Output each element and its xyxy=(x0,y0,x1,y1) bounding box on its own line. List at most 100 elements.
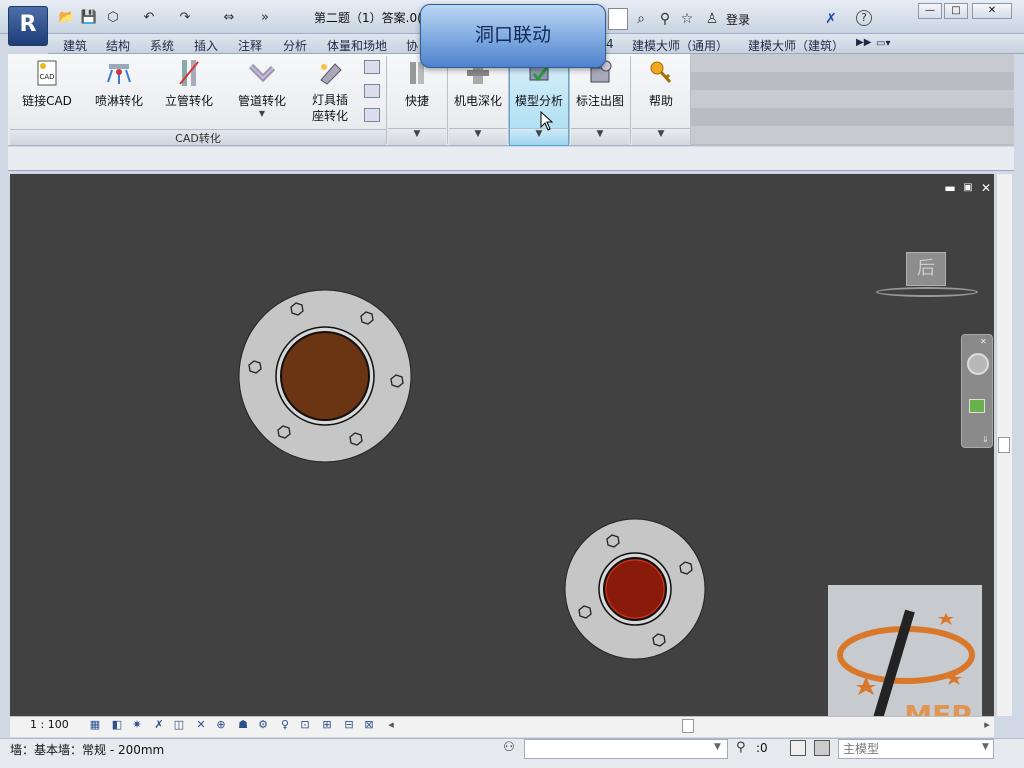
mep-logo: MEP xyxy=(828,585,982,735)
chevron-down-icon[interactable]: ▼ xyxy=(714,742,721,752)
pipe-flange-small[interactable] xyxy=(564,518,706,660)
key-icon xyxy=(650,61,672,84)
visual-style-icon[interactable]: ◧ xyxy=(110,718,124,732)
design-options-icon[interactable] xyxy=(814,740,830,756)
undo-icon[interactable]: ↶ xyxy=(140,10,158,26)
more-tools-icon[interactable]: » xyxy=(256,10,274,26)
exchange-apps-icon[interactable]: ✗ xyxy=(822,10,840,28)
save-icon[interactable]: 💾 xyxy=(80,10,98,26)
tab-bim-master-architecture[interactable]: 建模大师（建筑） xyxy=(748,37,844,54)
sprinkler-icon xyxy=(107,64,131,84)
model-analysis-button[interactable]: 模型分析 xyxy=(510,58,568,128)
detail-level-icon[interactable]: ▦ xyxy=(88,718,102,732)
subscription-icon[interactable]: ⚲ xyxy=(656,10,674,28)
search-input[interactable] xyxy=(608,8,628,30)
small-tool-icon[interactable] xyxy=(364,60,380,74)
user-icon[interactable]: ♙ xyxy=(703,10,721,28)
tab-architecture[interactable]: 建筑 xyxy=(63,37,87,54)
workset-selector[interactable] xyxy=(524,739,728,759)
chevron-down-icon[interactable]: ▼ xyxy=(982,742,989,752)
window-title: 第二题（1）答案.0( xyxy=(314,11,422,25)
tab-insert[interactable]: 插入 xyxy=(194,37,218,54)
tab-bim-master-general[interactable]: 建模大师（通用） xyxy=(632,37,728,54)
view-minimize-button[interactable]: ▬ xyxy=(943,181,957,195)
navbar-options-icon[interactable]: ⇓ xyxy=(982,435,992,445)
maximize-button[interactable]: □ xyxy=(944,3,968,19)
editing-requests-icon[interactable] xyxy=(790,740,806,756)
annotate-output-button[interactable]: 标注出图 xyxy=(571,58,629,128)
light-fixture-icon xyxy=(320,63,342,85)
small-tool-icon[interactable] xyxy=(364,108,380,122)
cad-file-icon: CAD xyxy=(37,60,57,86)
tab-analyze[interactable]: 分析 xyxy=(283,37,307,54)
view-properties-icon[interactable]: ⊠ xyxy=(362,718,376,732)
view-close-button[interactable]: ✕ xyxy=(979,181,993,195)
measure-icon[interactable]: ⇔ xyxy=(220,10,238,26)
help-panel-button[interactable]: 帮助 xyxy=(632,58,690,128)
show-crop-icon[interactable]: ✕ xyxy=(194,718,208,732)
filter-icon[interactable]: ⚲ xyxy=(736,740,754,758)
steering-wheel-icon[interactable] xyxy=(967,353,989,375)
redo-icon[interactable]: ↷ xyxy=(176,10,194,26)
viewcube[interactable]: 后 xyxy=(906,252,946,286)
close-button[interactable]: ✕ xyxy=(972,3,1012,19)
quick-panel-dropdown[interactable]: ▼ xyxy=(388,128,446,145)
tab-annotate[interactable]: 注释 xyxy=(238,37,262,54)
sync-icon[interactable]: ⬡ xyxy=(104,10,122,26)
annotate-panel-dropdown[interactable]: ▼ xyxy=(571,128,629,145)
navbar-close-icon[interactable]: ✕ xyxy=(980,337,990,347)
analytical-model-icon[interactable]: ♀ xyxy=(278,718,292,732)
crop-view-icon[interactable]: ◫ xyxy=(172,718,186,732)
reveal-hidden-icon[interactable]: ☗ xyxy=(236,718,250,732)
sprinkler-convert-label: 喷淋转化 xyxy=(94,94,143,108)
help-panel-dropdown[interactable]: ▼ xyxy=(632,128,690,145)
binoculars-icon[interactable]: ⌕ xyxy=(632,10,650,28)
fixture-convert-button[interactable]: 灯具插座转化 xyxy=(306,58,354,128)
pipe-convert-button[interactable]: 管道转化 ▼ xyxy=(232,58,292,128)
pipe-flange-large[interactable] xyxy=(238,289,412,463)
tab-structure[interactable]: 结构 xyxy=(106,37,130,54)
vertical-scroll-thumb[interactable] xyxy=(998,437,1010,453)
sprinkler-convert-button[interactable]: 喷淋转化 xyxy=(90,58,148,128)
minimize-button[interactable]: — xyxy=(918,3,942,19)
worksharing-display-icon[interactable]: ⊟ xyxy=(342,718,356,732)
more-tabs-icon[interactable]: ▶▶ xyxy=(856,37,871,48)
fixture-convert-label: 灯具插座转化 xyxy=(311,93,348,123)
temp-properties-icon[interactable]: ⚙ xyxy=(256,718,270,732)
model-analysis-dropdown[interactable]: ▼ xyxy=(510,128,568,145)
mep-panel-dropdown[interactable]: ▼ xyxy=(449,128,507,145)
sun-path-icon[interactable]: ✷ xyxy=(130,718,144,732)
view-restore-button[interactable]: ▣ xyxy=(961,181,975,195)
login-link[interactable]: 登录 xyxy=(726,11,750,28)
favorites-star-icon[interactable]: ☆ xyxy=(678,10,696,28)
hide-isolate-icon[interactable]: ⊕ xyxy=(214,718,228,732)
scroll-right-icon[interactable]: ▸ xyxy=(980,718,994,732)
help-icon[interactable]: ? xyxy=(856,10,872,26)
application-menu-button[interactable]: R xyxy=(8,6,48,46)
horizontal-scroll-thumb[interactable] xyxy=(682,719,694,733)
design-option-selector[interactable]: 主模型 xyxy=(838,739,994,759)
help-panel-label: 帮助 xyxy=(648,94,673,108)
tab-systems[interactable]: 系统 xyxy=(150,37,174,54)
riser-convert-button[interactable]: 立管转化 xyxy=(160,58,218,128)
link-cad-button[interactable]: CAD 链接CAD xyxy=(18,58,76,128)
small-tool-icon[interactable] xyxy=(364,84,380,98)
zoom-icon[interactable] xyxy=(969,399,985,413)
ribbon-minimize-icon[interactable]: ▭▾ xyxy=(876,38,890,49)
tab-massing-site[interactable]: 体量和场地 xyxy=(327,37,387,54)
reveal-constraints-icon[interactable]: ⊞ xyxy=(320,718,334,732)
view-scale[interactable]: 1 : 100 xyxy=(30,718,69,731)
scroll-left-icon[interactable]: ◂ xyxy=(384,718,398,732)
tab-collaborate[interactable]: 协 xyxy=(406,37,418,54)
options-bar xyxy=(8,147,1014,171)
mep-deepen-button[interactable]: 机电深化 xyxy=(449,58,507,128)
tab-partial[interactable]: 4 xyxy=(606,37,614,51)
highlight-displacement-icon[interactable]: ⊡ xyxy=(298,718,312,732)
worksets-icon[interactable]: ⚇ xyxy=(500,740,518,758)
cad-convert-group-label: CAD转化 xyxy=(10,129,386,145)
viewcube-compass-ring[interactable] xyxy=(876,287,978,297)
quick-panel-button[interactable]: 快捷 xyxy=(388,58,446,128)
shadows-icon[interactable]: ✗ xyxy=(152,718,166,732)
open-icon[interactable]: 📂 xyxy=(58,10,76,26)
annotate-output-label: 标注出图 xyxy=(575,94,624,108)
